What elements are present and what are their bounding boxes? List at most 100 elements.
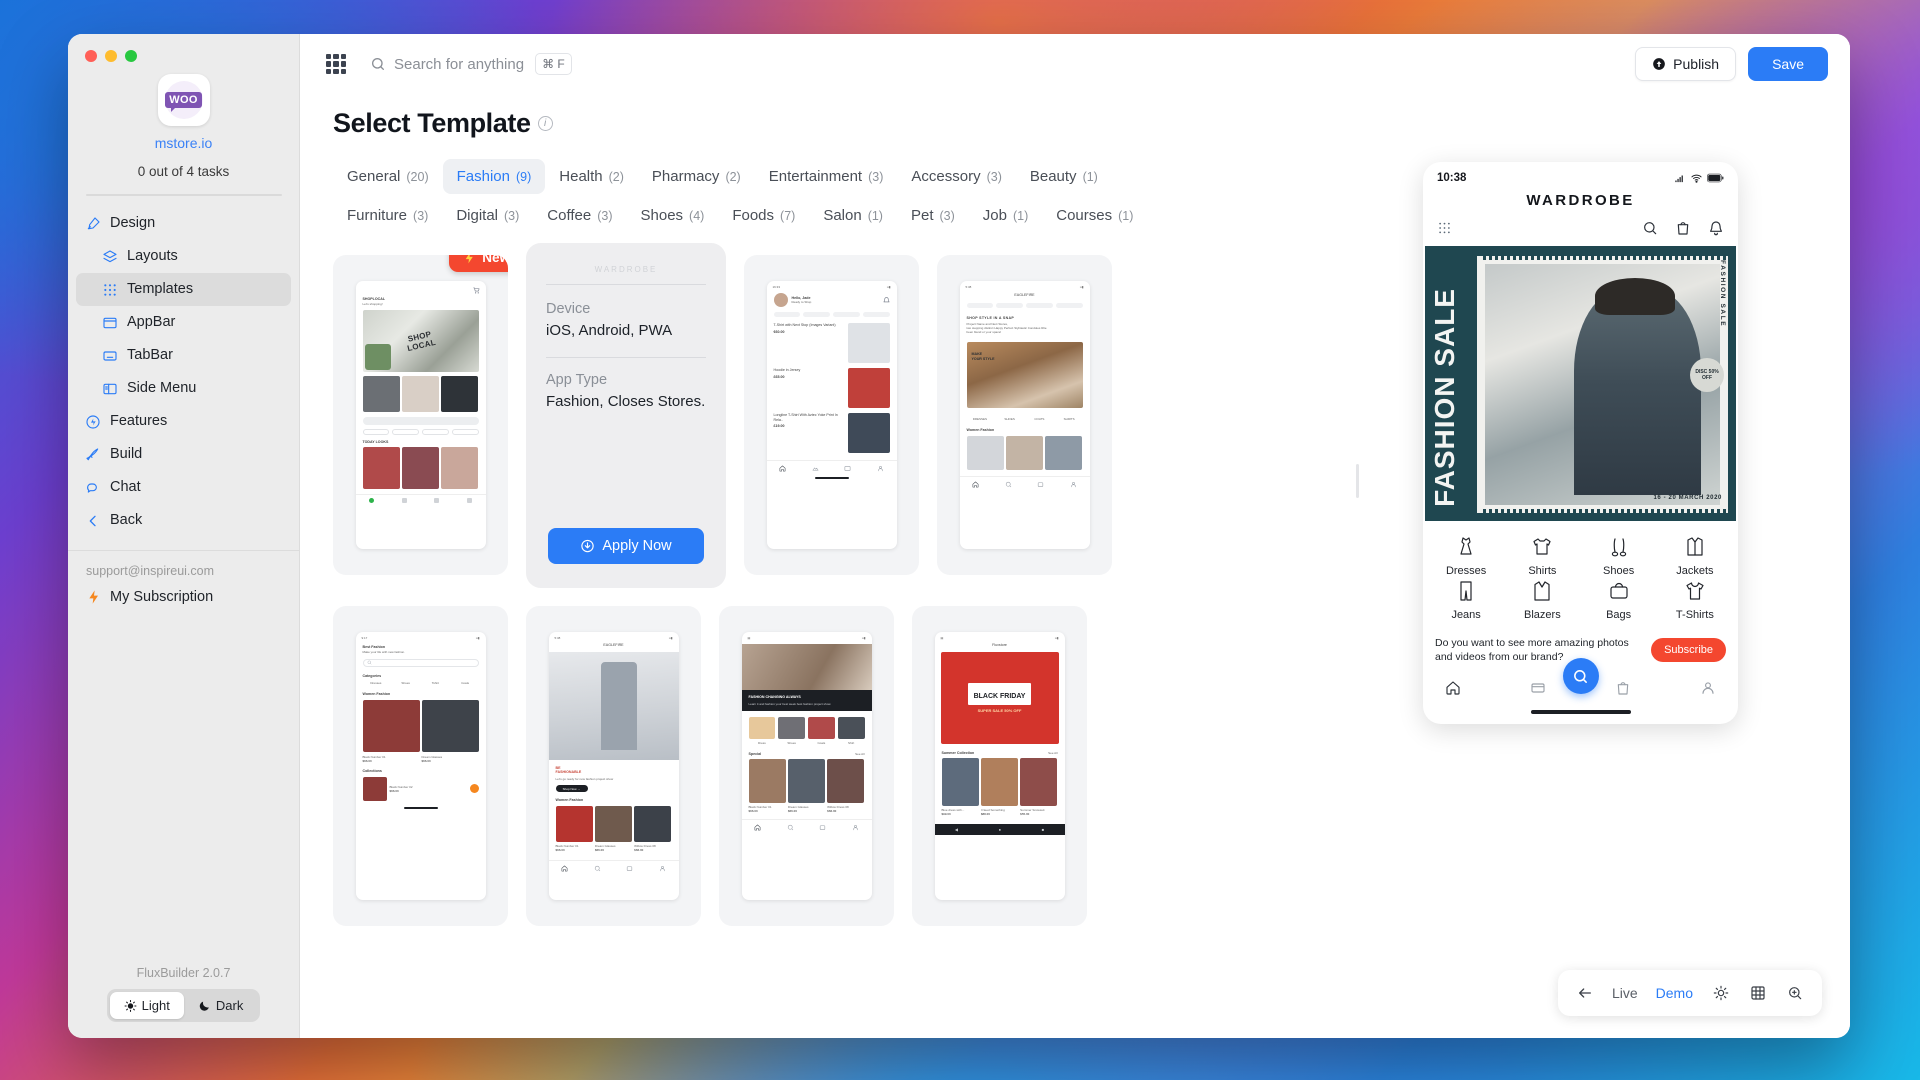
category-jeans[interactable]: Jeans (1429, 579, 1503, 621)
tab-label: Coffee (547, 207, 592, 224)
category-jackets[interactable]: Jackets (1658, 535, 1732, 577)
category-bags[interactable]: Bags (1582, 579, 1656, 621)
demo-tab[interactable]: Demo (1656, 985, 1693, 1001)
theme-switch[interactable]: Light Dark (106, 989, 261, 1022)
bag-icon[interactable] (1613, 678, 1633, 698)
bell-icon[interactable] (1707, 219, 1724, 236)
grid-apps-icon[interactable] (326, 54, 346, 74)
preview-category-grid: Dresses Shirts Shoes Jackets Jeans Blaze… (1423, 521, 1738, 627)
apply-now-button[interactable]: Apply Now (548, 528, 704, 564)
search-icon[interactable] (1641, 219, 1658, 236)
tab-accessory[interactable]: Accessory (3) (897, 159, 1015, 194)
bag-icon[interactable] (1674, 219, 1691, 236)
bolt-icon (86, 589, 102, 605)
theme-dark-label: Dark (215, 998, 244, 1013)
save-button[interactable]: Save (1748, 47, 1828, 81)
store-name[interactable]: mstore.io (155, 135, 213, 151)
template-card[interactable]: New SHOPLOCALLet's shopping! SHOPLOCAL (333, 255, 508, 575)
tab-count: (1) (1118, 209, 1134, 223)
theme-dark-button[interactable]: Dark (184, 992, 257, 1019)
person-icon[interactable] (1698, 678, 1718, 698)
subscribe-button[interactable]: Subscribe (1651, 638, 1726, 663)
tab-count: (3) (413, 209, 429, 223)
tab-foods[interactable]: Foods (7) (718, 198, 809, 233)
sidebar-item-appbar[interactable]: AppBar (76, 306, 291, 339)
sidebar-item-layouts[interactable]: Layouts (76, 240, 291, 273)
zoom-icon[interactable] (1785, 984, 1804, 1003)
preview-app-title: WARDROBE (1526, 192, 1635, 209)
minimize-icon[interactable] (105, 50, 117, 62)
tab-coffee[interactable]: Coffee (3) (533, 198, 626, 233)
category-dresses[interactable]: Dresses (1429, 535, 1503, 577)
layers-icon (102, 249, 118, 265)
category-tshirts[interactable]: T-Shirts (1658, 579, 1732, 621)
subscribe-label: Subscribe (1664, 644, 1713, 657)
template-card[interactable]: ▤ ▪▪▮ FASHION CHANGING ALWAYS Learn it an… (719, 606, 894, 926)
template-card[interactable]: 5:38 ▪▪▮ EAGLEFIRE BE FASHIONABLE Let's go … (526, 606, 701, 926)
tab-shoes[interactable]: Shoes (4) (627, 198, 719, 233)
template-card[interactable]: ▤ ▪▪▮ Fluxstore BLACK FRIDAY SUPER SALE 5… (912, 606, 1087, 926)
sidebar-item-design[interactable]: Design (76, 207, 291, 240)
theme-light-button[interactable]: Light (109, 992, 184, 1019)
thumb-headline: FASHION CHANGING ALWAYS (748, 695, 801, 699)
sidebar-item-templates[interactable]: Templates (76, 273, 291, 306)
my-subscription-label: My Subscription (110, 589, 214, 605)
phone-frame: 10:38 WARDROBE FASHION SALE FASHION SALE… (1423, 162, 1738, 725)
panel-resize-handle[interactable] (1356, 464, 1359, 498)
info-icon[interactable]: i (537, 116, 553, 131)
tab-fashion[interactable]: Fashion (9) (442, 159, 546, 194)
my-subscription-item[interactable]: My Subscription (68, 578, 299, 605)
tab-pet[interactable]: Pet (3) (897, 198, 969, 233)
sidebar-item-build[interactable]: Build (76, 438, 291, 471)
template-card[interactable]: 5:38 ▪▪▮ EAGLEFIRE SHOP STYLE IN A SNAP P… (937, 255, 1112, 575)
search-input[interactable]: Search for anything ⌘ F (370, 53, 572, 75)
sidemenu-icon (102, 381, 118, 397)
template-thumbnail: 5:38 ▪▪▮ EAGLEFIRE SHOP STYLE IN A SNAP P… (959, 281, 1090, 549)
template-thumbnail: 5:38 ▪▪▮ EAGLEFIRE BE FASHIONABLE Let's go … (548, 632, 679, 900)
category-blazers[interactable]: Blazers (1505, 579, 1579, 621)
search-shortcut: ⌘ F (535, 53, 572, 75)
sidebar-item-features[interactable]: Features (76, 405, 291, 438)
sun-icon[interactable] (1711, 984, 1730, 1003)
home-icon[interactable] (1443, 678, 1463, 698)
live-tab[interactable]: Live (1612, 985, 1638, 1001)
category-shoes[interactable]: Shoes (1582, 535, 1656, 577)
template-card-selected[interactable]: WARDROBE Device iOS, Android, PWA App Ty… (526, 243, 726, 588)
thumb-time: 5:38 (554, 636, 561, 640)
sidebar-item-back[interactable]: Back (76, 504, 291, 537)
zoom-icon[interactable] (125, 50, 137, 62)
card-icon[interactable] (1528, 678, 1548, 698)
tab-salon[interactable]: Salon (1) (809, 198, 897, 233)
category-shirts[interactable]: Shirts (1505, 535, 1579, 577)
tab-general[interactable]: General (20) (333, 159, 443, 194)
tab-beauty[interactable]: Beauty (1) (1016, 159, 1112, 194)
device-value: iOS, Android, PWA (546, 322, 673, 339)
device-key: Device (546, 301, 591, 317)
tab-entertainment[interactable]: Entertainment (3) (755, 159, 898, 194)
template-card[interactable]: 9:17 ▪▪▮ Best Fashion Make your life with … (333, 606, 508, 926)
publish-icon (1652, 57, 1666, 71)
features-icon (85, 414, 101, 430)
sidebar-item-side-menu[interactable]: Side Menu (76, 372, 291, 405)
close-icon[interactable] (85, 50, 97, 62)
page-title-text: Select Template (333, 108, 531, 138)
tab-job[interactable]: Job (1) (969, 198, 1042, 233)
support-email[interactable]: support@inspireui.com (68, 551, 299, 578)
grid-dots-icon[interactable] (1437, 220, 1452, 235)
grid-icon[interactable] (1748, 984, 1767, 1003)
search-fab-icon[interactable] (1562, 658, 1599, 695)
publish-button[interactable]: Publish (1635, 47, 1737, 81)
tab-courses[interactable]: Courses (1) (1042, 198, 1147, 233)
sidebar-item-tabbar[interactable]: TabBar (76, 339, 291, 372)
tab-label: Entertainment (768, 168, 863, 185)
sidebar-item-label: Side Menu (127, 380, 197, 397)
tab-health[interactable]: Health (2) (545, 159, 638, 194)
preview-hero[interactable]: FASHION SALE FASHION SALE DISC 50% OFF 1… (1425, 246, 1736, 521)
tab-furniture[interactable]: Furniture (3) (333, 198, 442, 233)
tab-digital[interactable]: Digital (3) (442, 198, 533, 233)
window-traffic-lights[interactable] (68, 34, 299, 62)
arrow-left-icon[interactable] (1576, 984, 1594, 1002)
tab-pharmacy[interactable]: Pharmacy (2) (638, 159, 755, 194)
sidebar-item-chat[interactable]: Chat (76, 471, 291, 504)
template-card[interactable]: 16:33 ▪▪▮ Hello, Jade Ready to Shop T-Shir… (744, 255, 919, 575)
